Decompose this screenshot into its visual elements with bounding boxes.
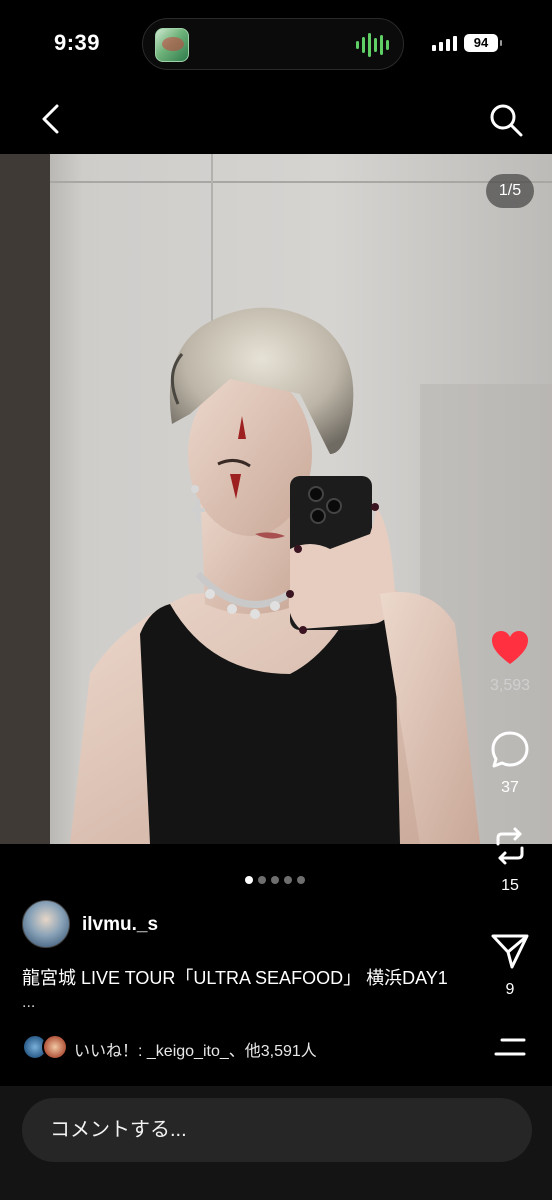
heart-filled-icon [492, 631, 528, 664]
back-button[interactable] [36, 102, 68, 136]
carousel-dot-active [245, 876, 253, 884]
comment-button[interactable]: 37 [480, 730, 540, 797]
cellular-signal-icon [432, 35, 457, 51]
comment-bubble-icon [491, 731, 529, 768]
like-count: 3,593 [489, 677, 531, 694]
nichijou-app-icon[interactable] [155, 28, 189, 62]
author-username[interactable]: ilvmu._s [82, 914, 158, 936]
carousel-dot [297, 876, 305, 884]
carousel-indicator [245, 876, 305, 884]
dynamic-island[interactable] [142, 18, 404, 70]
status-bar: 9:39 94 [0, 0, 552, 90]
image-counter: 1/5 [486, 174, 534, 208]
liker-avatar [42, 1034, 68, 1060]
author-avatar[interactable] [22, 900, 70, 948]
battery-indicator: 94 [464, 34, 502, 52]
comment-input[interactable]: コメントする... [22, 1098, 532, 1162]
likes-summary[interactable]: いいね！: _keigo_ito_、他3,591人 [74, 1037, 317, 1061]
more-menu-button[interactable] [494, 1036, 526, 1058]
repost-button[interactable]: 15 [480, 826, 540, 895]
carousel-dot [271, 876, 279, 884]
status-time: 9:39 [54, 30, 101, 55]
carousel-dot [284, 876, 292, 884]
search-button[interactable] [488, 102, 524, 138]
post-image[interactable] [0, 154, 552, 844]
repost-icon [496, 827, 524, 865]
audio-wave-icon [356, 33, 389, 57]
carousel-dot [258, 876, 266, 884]
repost-count: 15 [501, 877, 519, 894]
send-paper-plane-icon [491, 934, 529, 969]
chevron-left-icon [42, 104, 59, 134]
search-icon [490, 104, 523, 137]
post-caption[interactable]: 龍宮城 LIVE TOUR「ULTRA SEAFOOD」 横浜DAY1 [22, 966, 522, 990]
like-button[interactable]: 3,593 [480, 630, 540, 695]
liker-avatars[interactable] [22, 1034, 68, 1060]
caption-more[interactable]: ... [22, 994, 35, 1012]
menu-lines-icon [494, 1038, 526, 1056]
comment-count: 37 [501, 779, 519, 796]
